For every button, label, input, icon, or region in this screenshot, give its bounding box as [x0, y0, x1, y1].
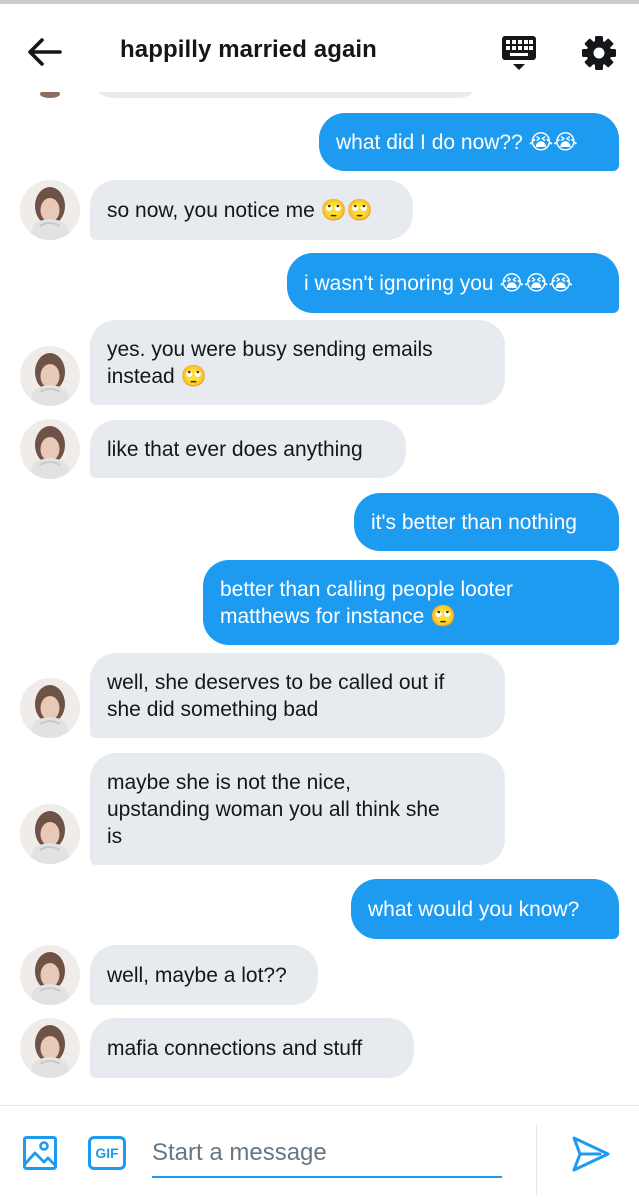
message-text: so now, you notice me 🙄🙄 — [107, 198, 373, 222]
keyboard-icon — [502, 36, 536, 70]
conversation-title: happilly married again — [120, 36, 377, 63]
send-icon — [572, 1136, 610, 1172]
avatar[interactable] — [20, 419, 80, 479]
avatar[interactable] — [20, 346, 80, 406]
keyboard-shortcuts-button[interactable] — [498, 32, 540, 74]
gif-button[interactable]: GIF — [88, 1136, 126, 1170]
message-bubble-outgoing[interactable]: what would you know? — [351, 879, 619, 939]
message-text: well, maybe a lot?? — [107, 963, 287, 987]
media-button[interactable] — [22, 1135, 58, 1171]
message-bubble-outgoing[interactable]: it's better than nothing — [354, 493, 619, 551]
composer-divider — [0, 1105, 639, 1106]
avatar[interactable] — [20, 804, 80, 864]
message-text: i wasn't ignoring you 😭😭😭 — [304, 271, 574, 295]
gear-icon — [582, 36, 616, 70]
back-button[interactable] — [26, 34, 68, 70]
message-text: yes. you were busy sending emails instea… — [107, 337, 433, 388]
message-text: better than calling people looter matthe… — [220, 577, 514, 628]
message-bubble-incoming[interactable]: like that ever does anything — [90, 420, 406, 478]
avatar[interactable] — [20, 945, 80, 1005]
settings-button[interactable] — [578, 32, 620, 74]
message-bubble-incoming[interactable]: maybe she is not the nice, upstanding wo… — [90, 753, 505, 865]
message-bubble-incoming[interactable]: well, she deserves to be called out if s… — [90, 653, 505, 738]
message-text: mafia connections and stuff — [107, 1036, 363, 1060]
arrow-left-icon — [28, 38, 62, 66]
message-text: maybe she is not the nice, upstanding wo… — [107, 770, 440, 848]
message-input[interactable] — [152, 1130, 502, 1178]
send-button[interactable] — [570, 1134, 612, 1174]
message-text: it's better than nothing — [371, 510, 577, 534]
composer-separator — [536, 1125, 537, 1195]
message-bubble-outgoing[interactable]: better than calling people looter matthe… — [203, 560, 619, 645]
message-bubble-incoming[interactable]: so now, you notice me 🙄🙄 — [90, 180, 413, 240]
image-icon — [23, 1136, 57, 1170]
message-bubble-outgoing[interactable]: what did I do now?? 😭😭 — [319, 113, 619, 171]
message-bubble-incoming[interactable]: mafia connections and stuff — [90, 1018, 414, 1078]
message-text: what would you know? — [368, 897, 580, 921]
message-bubble-incoming[interactable]: well, maybe a lot?? — [90, 945, 318, 1005]
message-text: like that ever does anything — [107, 437, 363, 461]
message-text: what did I do now?? 😭😭 — [336, 130, 578, 154]
avatar[interactable] — [20, 1018, 80, 1078]
avatar[interactable] — [20, 678, 80, 738]
message-bubble-outgoing[interactable]: i wasn't ignoring you 😭😭😭 — [287, 253, 619, 313]
message-text: well, she deserves to be called out if s… — [107, 670, 445, 721]
conversation-header: happilly married again — [0, 4, 639, 92]
avatar[interactable] — [20, 180, 80, 240]
message-bubble-incoming[interactable]: yes. you were busy sending emails instea… — [90, 320, 505, 405]
